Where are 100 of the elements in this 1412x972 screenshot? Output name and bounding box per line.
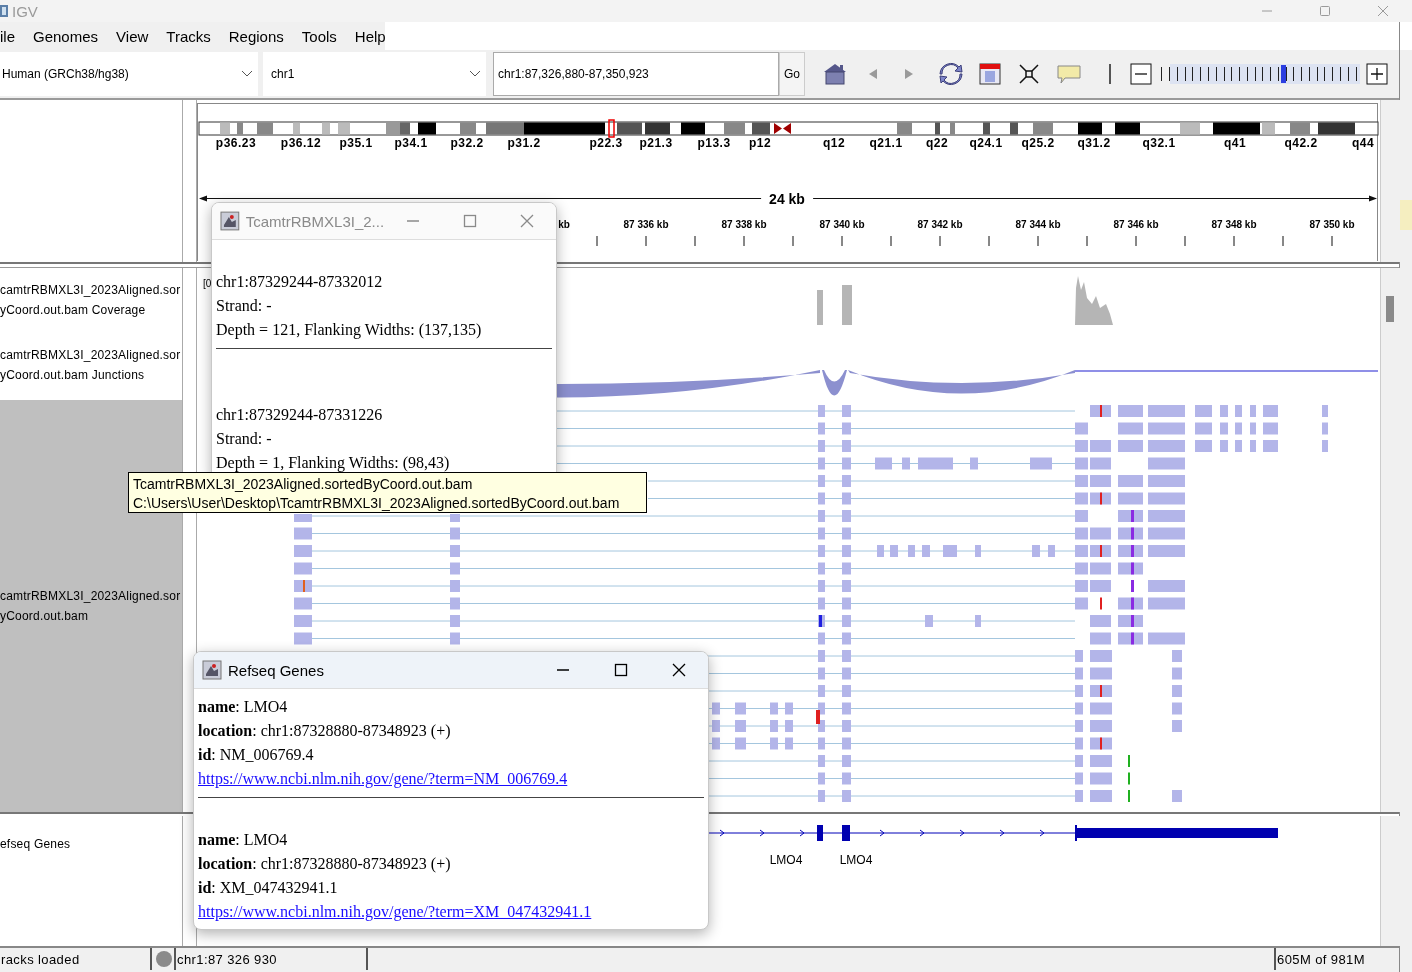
cytoband-label: q25.2 xyxy=(1021,136,1055,150)
scrollbar-track[interactable] xyxy=(1380,816,1400,946)
cytoband-label: p12 xyxy=(748,136,772,150)
menu-item[interactable]: Genomes xyxy=(24,27,108,45)
cytoband-label: q24.1 xyxy=(969,136,1003,150)
cytoband-label: p22.3 xyxy=(589,136,623,150)
go-button[interactable]: Go xyxy=(779,52,805,96)
gene-link[interactable]: https://www.ncbi.nlm.nih.gov/gene/?term=NM_006769.4 xyxy=(198,767,704,791)
memory-usage: 605M of 981M xyxy=(1277,951,1365,967)
popup-text: location: chr1:87328880-87348923 (+) xyxy=(198,854,452,875)
track-name[interactable]: efseq Genes xyxy=(0,834,182,854)
popup-text: Depth = 121, Flanking Widths: (137,135) xyxy=(216,320,483,341)
cytoband-label: p35.1 xyxy=(339,136,373,150)
cytoband-label: q31.2 xyxy=(1077,136,1111,150)
menu-item[interactable]: Regions xyxy=(219,27,293,45)
track-name[interactable]: yCoord.out.bam Coverage xyxy=(0,300,182,320)
gene-link[interactable]: https://www.ncbi.nlm.nih.gov/gene/?term=XM_047432941.1 xyxy=(198,900,704,924)
popup-text: id: XM_047432941.1 xyxy=(198,878,339,898)
maximize-icon xyxy=(614,663,628,677)
cytoband-label: p36.12 xyxy=(280,136,322,150)
app-icon xyxy=(202,660,222,680)
zoom-slider[interactable] xyxy=(1158,64,1360,84)
popup-text: chr1:87329244-87332012 xyxy=(216,272,384,292)
close-icon xyxy=(672,663,686,677)
region-of-interest-icon[interactable] xyxy=(979,63,1001,85)
ruler-tick-label: 87 348 kb xyxy=(1211,219,1257,230)
menu-item[interactable]: ile xyxy=(0,27,24,45)
cytoband-label: q44 xyxy=(1351,136,1375,150)
speech-bubble-icon[interactable] xyxy=(1057,64,1081,84)
popup-text: location: chr1:87328880-87348923 (+) xyxy=(198,721,452,742)
chromosome-dropdown[interactable]: chr1 xyxy=(263,52,486,96)
locus-field[interactable]: chr1:87,326,880-87,350,923 xyxy=(493,52,779,96)
menu-item[interactable]: Tools xyxy=(292,27,346,45)
window-title: IGV xyxy=(12,2,38,20)
data-range-label: [0 xyxy=(203,278,212,289)
popup-text: id: NM_006769.4 xyxy=(198,745,315,765)
ruler-tick-label: 87 338 kb xyxy=(721,219,767,230)
gene-label: LMO4 xyxy=(839,853,873,867)
maximize-icon xyxy=(463,214,478,228)
status-message: racks loaded xyxy=(1,951,80,967)
ruler-tick-label: 87 344 kb xyxy=(1015,219,1061,230)
zoom-slider-thumb[interactable] xyxy=(1281,65,1287,83)
cytoband-label: q32.1 xyxy=(1142,136,1176,150)
cytoband-label: p21.3 xyxy=(639,136,673,150)
menu-item[interactable]: View xyxy=(107,27,158,45)
tooltip-text: TcamtrRBMXL3I_2023Aligned.sortedByCoord.out.bam xyxy=(133,475,474,494)
ruler-tick-label: 87 336 kb xyxy=(623,219,669,230)
close-icon xyxy=(520,214,535,228)
refresh-icon[interactable] xyxy=(937,61,965,87)
cytoband-label: p36.23 xyxy=(215,136,257,150)
caret-icon xyxy=(242,71,252,77)
coverage-peak xyxy=(817,290,823,325)
track-name[interactable]: camtrRBMXL3I_2023Aligned.sor xyxy=(0,586,182,606)
popup-text: Strand: - xyxy=(216,296,273,316)
popup-title-bar[interactable]: Refseq Genes xyxy=(194,652,708,689)
caret-icon xyxy=(470,71,480,77)
zoom-out-button[interactable] xyxy=(1130,63,1152,85)
zoom-in-button[interactable] xyxy=(1366,63,1388,85)
ruler-tick-label: 87 350 kb xyxy=(1309,219,1355,230)
popup-text: chr1:87329244-87331226 xyxy=(216,405,384,425)
ruler-tick-label: 87 342 kb xyxy=(917,219,963,230)
popup-text: Depth = 1, Flanking Widths: (98,43) xyxy=(216,453,451,474)
track-name[interactable]: yCoord.out.bam Junctions xyxy=(0,365,182,385)
popup-title: Refseq Genes xyxy=(228,661,324,679)
forward-arrow-icon[interactable] xyxy=(903,67,915,81)
cytoband-label: q12 xyxy=(822,136,846,150)
menu-item[interactable]: Help xyxy=(345,27,395,45)
track-name[interactable]: camtrRBMXL3I_2023Aligned.sor xyxy=(0,280,182,300)
cursor-position: chr1:87 326 930 xyxy=(177,951,277,967)
fit-to-window-icon[interactable] xyxy=(1019,64,1039,84)
track-name[interactable]: camtrRBMXL3I_2023Aligned.sor xyxy=(0,345,182,365)
menu-item[interactable]: Tracks xyxy=(157,27,220,45)
coverage-peak xyxy=(1075,276,1113,325)
cytoband-label: q41 xyxy=(1223,136,1247,150)
cytoband-label: q22 xyxy=(925,136,949,150)
back-arrow-icon[interactable] xyxy=(867,67,879,81)
ruler-tick-label: 87 340 kb xyxy=(819,219,865,230)
maximize-icon xyxy=(1319,5,1331,17)
cytoband-label: p34.1 xyxy=(394,136,428,150)
dropdown-value: Human (GRCh38/hg38) xyxy=(2,67,129,81)
popup-text: name: LMO4 xyxy=(198,830,289,850)
popup-title: TcamtrRBMXL3I_2... xyxy=(245,212,385,230)
ruler-tick-label: 87 346 kb xyxy=(1113,219,1159,230)
tooltip-text: C:\Users\User\Desktop\TcamtrRBMXL3I_2023Aligned.sortedByCoord.out.bam xyxy=(133,494,621,513)
cytoband-label: q21.1 xyxy=(869,136,903,150)
close-icon xyxy=(1377,5,1389,17)
gene-label: LMO4 xyxy=(769,853,803,867)
track-name[interactable]: yCoord.out.bam xyxy=(0,606,182,626)
ruler-span-label: 24 kb xyxy=(761,191,813,207)
cytoband-label: p31.2 xyxy=(507,136,541,150)
cytoband-label: p13.3 xyxy=(697,136,731,150)
dropdown-value: chr1 xyxy=(271,67,295,81)
coverage-peak xyxy=(842,285,852,325)
app-icon xyxy=(0,4,8,18)
scrollbar-thumb[interactable] xyxy=(1386,296,1394,322)
genome-dropdown[interactable]: Human (GRCh38/hg38) xyxy=(0,52,258,96)
cytoband-label: p32.2 xyxy=(450,136,484,150)
popup-text: name: LMO4 xyxy=(198,697,289,717)
scrollbar-track[interactable] xyxy=(1380,100,1400,262)
app-icon xyxy=(220,211,240,231)
